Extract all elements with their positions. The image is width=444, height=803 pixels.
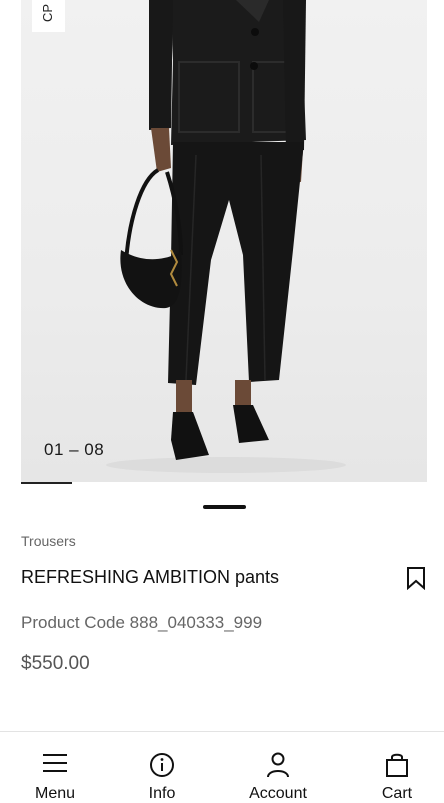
nav-label-info: Info <box>148 785 176 802</box>
image-counter: 01 – 08 <box>44 440 105 459</box>
nav-label-menu: Menu <box>34 785 76 802</box>
product-title: REFRESHING AMBITION pants <box>21 567 280 587</box>
cart-icon <box>386 753 408 777</box>
product-code: Product Code 888_040333_999 <box>21 613 263 632</box>
product-price: $550.00 <box>21 653 90 674</box>
info-icon <box>150 753 174 777</box>
nav-item-cart[interactable]: Cart <box>347 732 444 802</box>
nav-label-cart: Cart <box>381 785 413 802</box>
product-category[interactable]: Trousers <box>21 533 76 549</box>
bookmark-icon[interactable] <box>404 566 428 591</box>
badge-text: CP <box>40 3 55 22</box>
product-image[interactable]: CP 01 – 08 <box>21 0 427 482</box>
badge: CP <box>32 0 65 32</box>
nav-label-account: Account <box>249 785 307 802</box>
menu-icon <box>43 754 67 772</box>
image-progress-bar <box>21 482 72 484</box>
nav-item-info[interactable]: Info <box>112 732 212 802</box>
nav-item-menu[interactable]: Menu <box>5 732 105 802</box>
bottom-navigation: Menu Info Account Cart <box>0 731 444 802</box>
model-illustration <box>106 0 346 473</box>
nav-item-account[interactable]: Account <box>228 732 328 802</box>
page-indicator[interactable] <box>203 505 246 509</box>
account-icon <box>267 752 289 778</box>
